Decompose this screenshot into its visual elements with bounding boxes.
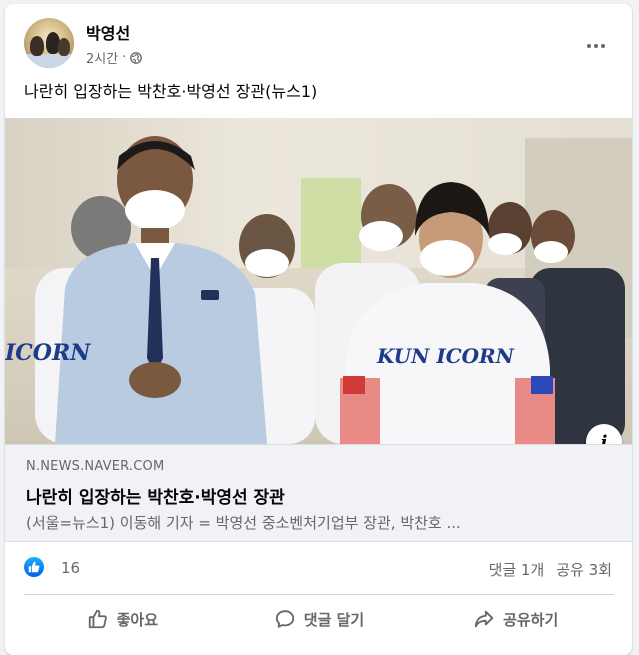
more-icon xyxy=(587,44,605,48)
reaction-count[interactable]: 16 xyxy=(61,559,80,577)
link-domain: N.NEWS.NAVER.COM xyxy=(26,459,165,474)
link-preview[interactable]: N.NEWS.NAVER.COM 나란히 입장하는 박찬호·박영선 장관 (서울… xyxy=(5,444,632,542)
comment-label: 댓글 달기 xyxy=(303,610,365,629)
share-icon xyxy=(474,610,494,628)
comment-count[interactable]: 댓글 1개 xyxy=(489,559,545,580)
shirt-text-center: KUN ICORN xyxy=(376,344,515,368)
post-time[interactable]: 2시간 xyxy=(86,48,118,67)
link-title[interactable]: 나란히 입장하는 박찬호·박영선 장관 xyxy=(26,483,285,508)
comment-button[interactable]: 댓글 달기 xyxy=(221,597,418,641)
meta-separator: · xyxy=(122,50,127,65)
like-reaction-icon[interactable] xyxy=(24,557,44,577)
thumbs-up-icon xyxy=(88,609,107,629)
like-button[interactable]: 좋아요 xyxy=(24,597,221,641)
share-count[interactable]: 공유 3회 xyxy=(556,559,612,580)
share-label: 공유하기 xyxy=(503,610,559,629)
engagement-stats: 댓글 1개 공유 3회 xyxy=(489,559,612,580)
link-description: (서울=뉴스1) 이동해 기자 = 박영선 중소벤처기업부 장관, 박찬호 ..… xyxy=(26,514,461,532)
divider xyxy=(24,594,614,595)
avatar[interactable] xyxy=(24,18,74,68)
post-card: 박영선 2시간 · 나란히 입장하는 박찬호·박영선 장관(뉴스1) ICORN… xyxy=(5,4,632,655)
comment-icon xyxy=(275,610,294,628)
post-header: 박영선 2시간 · xyxy=(24,18,614,70)
like-label: 좋아요 xyxy=(116,610,159,629)
author-name[interactable]: 박영선 xyxy=(86,20,130,44)
photo-scene: ICORN KUN ICORN xyxy=(5,136,625,444)
action-bar: 좋아요 댓글 달기 공유하기 xyxy=(24,597,614,641)
shirt-text-left: ICORN xyxy=(5,340,91,366)
share-button[interactable]: 공유하기 xyxy=(417,597,614,641)
post-text: 나란히 입장하는 박찬호·박영선 장관(뉴스1) xyxy=(24,82,318,101)
post-photo[interactable]: ICORN KUN ICORN xyxy=(5,118,632,444)
reactions-bar: 16 댓글 1개 공유 3회 xyxy=(24,553,614,583)
globe-icon[interactable] xyxy=(130,51,143,64)
more-options-button[interactable] xyxy=(578,28,614,64)
post-meta: 2시간 · xyxy=(86,48,143,67)
